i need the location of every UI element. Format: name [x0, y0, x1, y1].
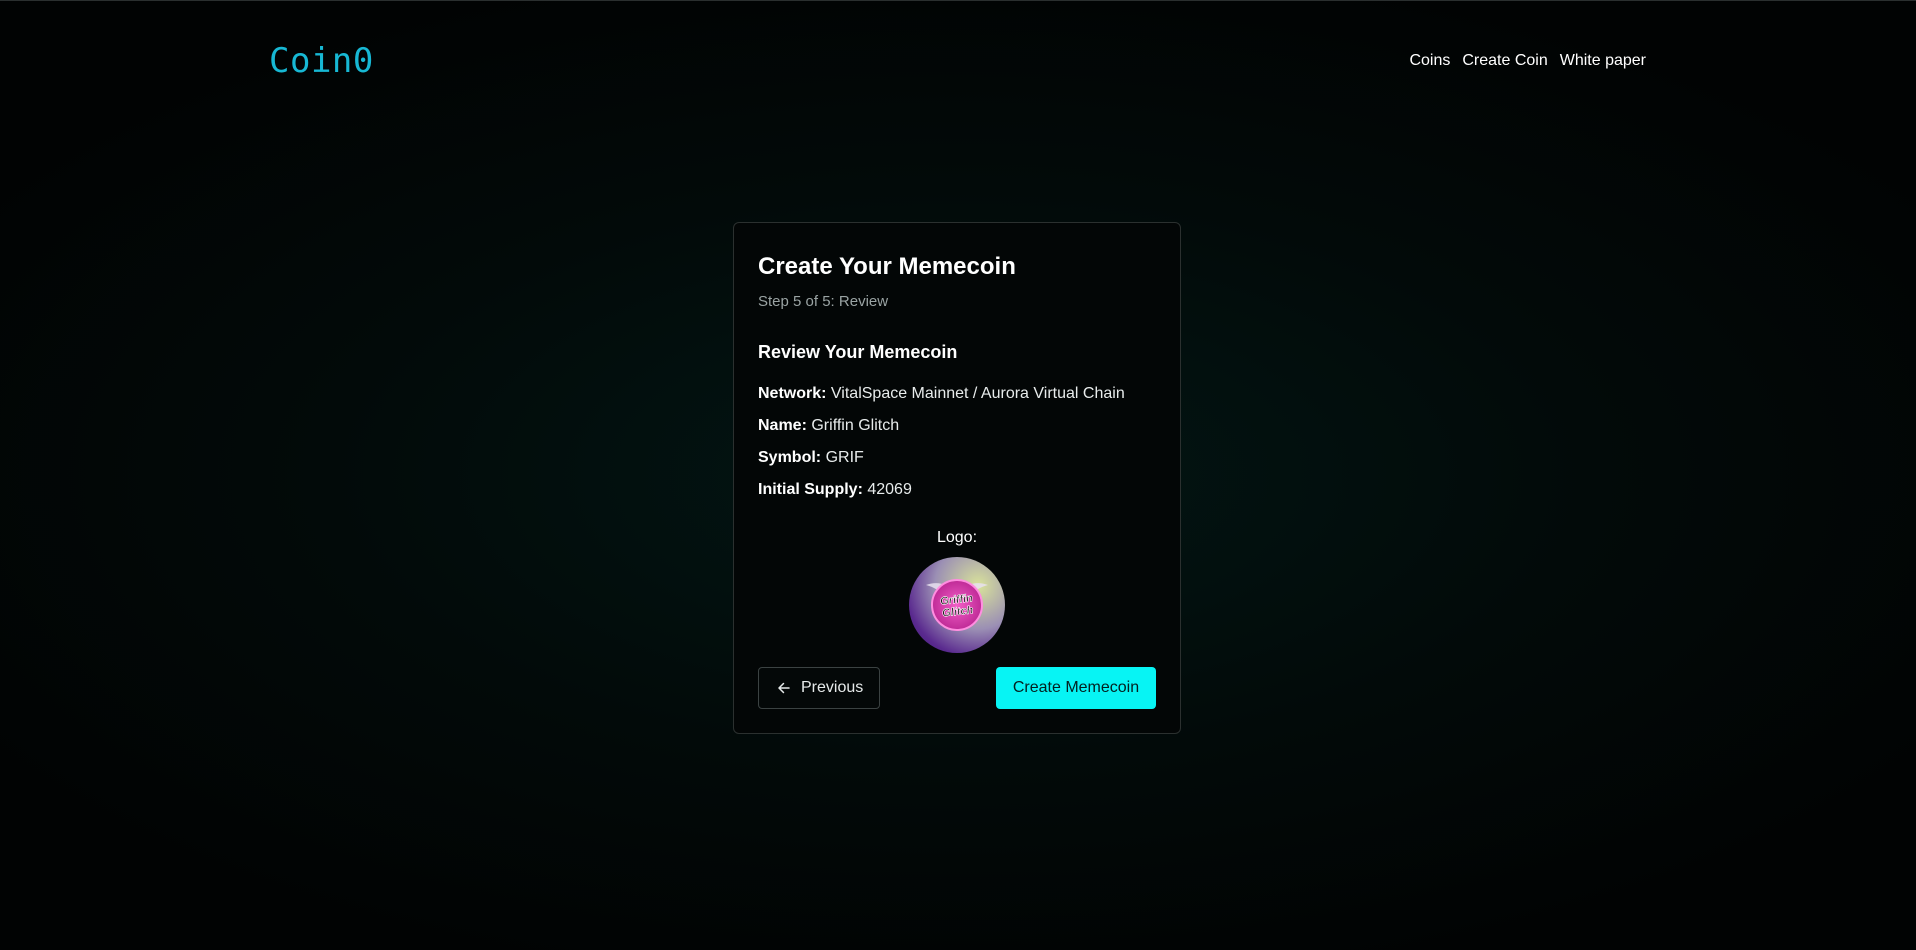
detail-network-value: VitalSpace Mainnet / Aurora Virtual Chai…	[830, 385, 1125, 402]
previous-button[interactable]: Previous	[758, 667, 881, 709]
site-header: Coin0 Coins Create Coin White paper	[0, 1, 1916, 123]
detail-supply: Initial Supply: 42069	[758, 481, 1156, 513]
create-memecoin-button[interactable]: Create Memecoin	[996, 667, 1156, 709]
detail-supply-label: Initial Supply:	[758, 481, 863, 498]
arrow-left-icon	[778, 682, 790, 694]
review-section-title: Review Your Memecoin	[758, 342, 958, 362]
wizard-actions: Previous Create Memecoin	[758, 667, 1156, 709]
logo-wordmark-line-2: Glitch	[942, 604, 975, 619]
create-memecoin-card: Create Your Memecoin Step 5 of 5: Review…	[733, 222, 1181, 734]
step-indicator: Step 5 of 5: Review	[758, 293, 889, 310]
detail-name-label: Name:	[758, 417, 807, 434]
logo-preview-block: Logo: Griffin Glitch	[758, 529, 1156, 653]
nav-link-white-paper[interactable]: White paper	[1560, 52, 1646, 70]
brand-logo[interactable]: Coin0	[269, 41, 374, 81]
card-title: Create Your Memecoin	[758, 253, 1016, 280]
detail-symbol-label: Symbol:	[758, 449, 822, 466]
detail-symbol-value: GRIF	[825, 449, 864, 466]
review-details: Network: VitalSpace Mainnet / Aurora Vir…	[758, 385, 1156, 513]
logo-label: Logo:	[936, 529, 978, 546]
detail-supply-value: 42069	[867, 481, 912, 498]
nav-link-coins[interactable]: Coins	[1409, 52, 1450, 70]
nav-link-create-coin[interactable]: Create Coin	[1462, 52, 1547, 70]
detail-name: Name: Griffin Glitch	[758, 417, 1156, 449]
detail-symbol: Symbol: GRIF	[758, 449, 1156, 481]
main-nav: Coins Create Coin White paper	[1409, 52, 1646, 70]
detail-name-value: Griffin Glitch	[811, 417, 900, 434]
detail-network: Network: VitalSpace Mainnet / Aurora Vir…	[758, 385, 1156, 417]
coin-logo-image: Griffin Glitch	[909, 557, 1005, 653]
previous-button-label: Previous	[801, 679, 864, 696]
logo-wordmark: Griffin Glitch	[939, 592, 975, 620]
detail-network-label: Network:	[758, 385, 827, 402]
